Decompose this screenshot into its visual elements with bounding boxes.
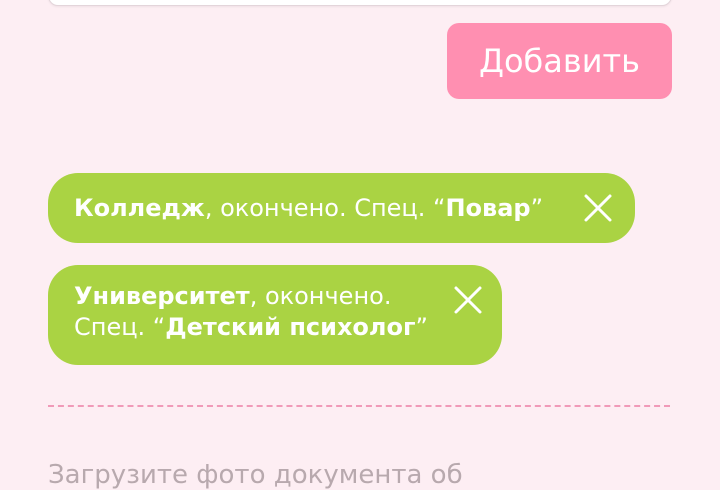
- close-icon[interactable]: [583, 193, 613, 223]
- institution: Колледж: [74, 194, 205, 222]
- add-button[interactable]: Добавить: [447, 23, 672, 99]
- quote-end: ”: [415, 313, 428, 341]
- spec-prefix: Спец. “: [74, 313, 166, 341]
- status: , окончено. Спец. “: [204, 194, 446, 222]
- education-chip: Колледж, окончено. Спец. “Повар”: [48, 173, 635, 243]
- status: , окончено.: [249, 282, 392, 310]
- quote-end: ”: [530, 194, 544, 222]
- close-icon[interactable]: [453, 285, 483, 315]
- speciality: Детский психолог: [165, 313, 416, 341]
- speciality: Повар: [445, 194, 531, 222]
- education-chip: Университет, окончено. Спец. “Детский пс…: [48, 265, 502, 365]
- chip-line-2: Спец. “Детский психолог”: [74, 312, 502, 343]
- input-field[interactable]: [48, 0, 672, 6]
- chip-text: Колледж, окончено. Спец. “Повар”: [74, 194, 543, 222]
- chip-line-1: Университет, окончено.: [74, 281, 502, 312]
- institution: Университет: [74, 282, 250, 310]
- dashed-divider: [48, 405, 670, 407]
- upload-prompt: Загрузите фото документа об: [48, 460, 463, 490]
